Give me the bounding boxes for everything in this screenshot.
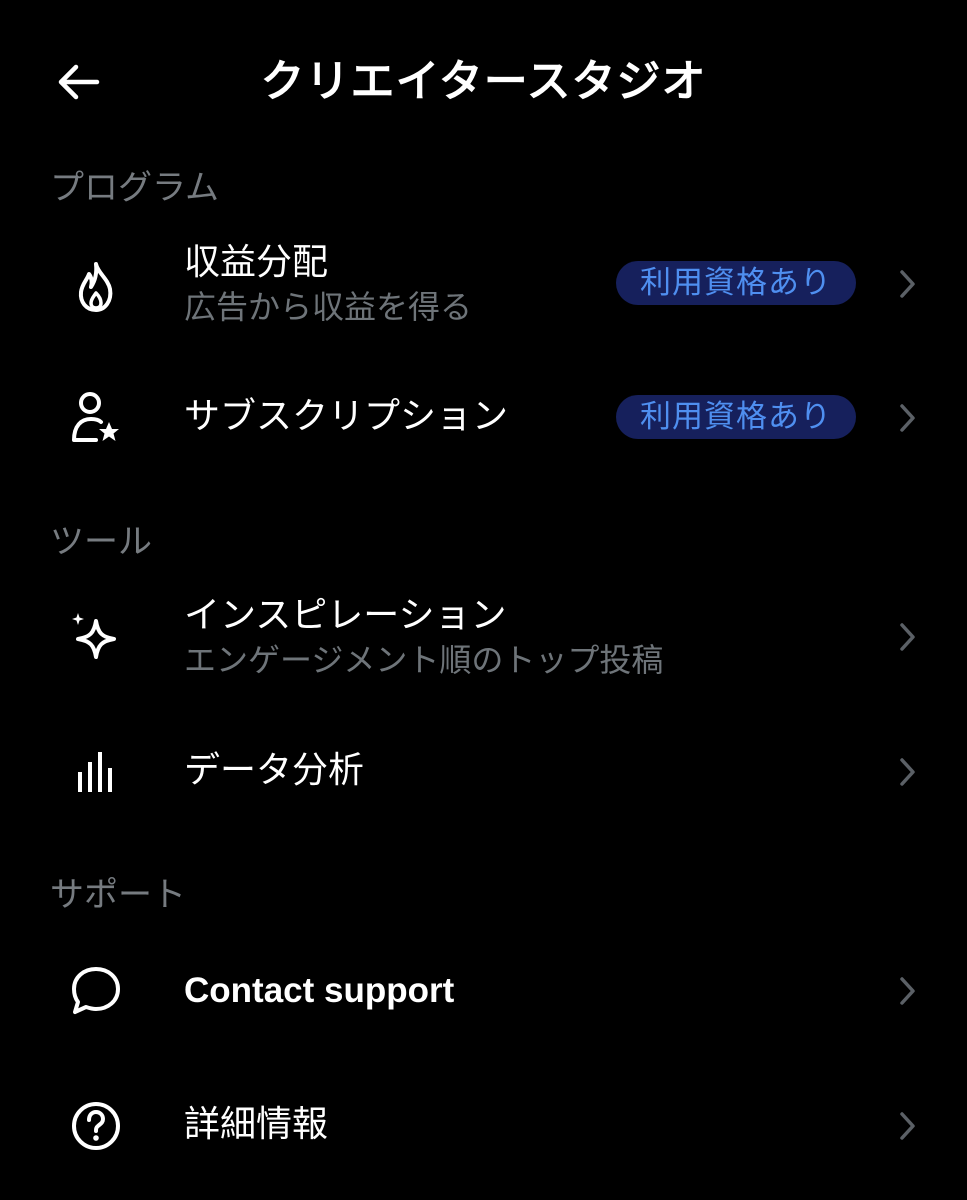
section-heading-tools: ツール <box>50 522 152 562</box>
menu-item-title: 詳細情報 <box>184 1104 329 1145</box>
person-star-icon <box>66 388 126 448</box>
menu-item-title: サブスクリプション <box>184 396 509 437</box>
header: クリエイタースタジオ <box>0 0 967 170</box>
section-heading-programs: プログラム <box>50 168 219 208</box>
menu-item-title: インスピレーション <box>184 595 507 636</box>
page-title: クリエイタースタジオ <box>260 56 707 107</box>
bar-chart-icon <box>66 742 126 802</box>
menu-item-subtitle: エンゲージメント順のトップ投稿 <box>184 641 664 679</box>
section-heading-support: サポート <box>50 875 186 915</box>
menu-item-inspiration[interactable]: インスピレーション エンゲージメント順のトップ投稿 <box>0 585 967 695</box>
menu-item-subscriptions[interactable]: サブスクリプション 利用資格あり <box>0 370 967 466</box>
question-circle-icon <box>66 1096 126 1156</box>
sparkle-icon <box>66 607 126 667</box>
eligibility-badge: 利用資格あり <box>616 261 856 305</box>
menu-item-title: Contact support <box>184 971 455 1010</box>
menu-item-title: データ分析 <box>184 750 365 791</box>
chevron-right-icon <box>893 617 923 657</box>
chevron-right-icon <box>893 971 923 1011</box>
chevron-right-icon <box>893 398 923 438</box>
chat-bubble-icon <box>66 961 126 1021</box>
menu-item-subtitle: 広告から収益を得る <box>184 288 473 326</box>
menu-item-contact-support[interactable]: Contact support <box>0 943 967 1039</box>
menu-item-revenue-sharing[interactable]: 収益分配 広告から収益を得る 利用資格あり <box>0 232 967 342</box>
chevron-right-icon <box>893 264 923 304</box>
menu-item-title: 収益分配 <box>184 242 329 283</box>
eligibility-badge: 利用資格あり <box>616 395 856 439</box>
flame-icon <box>66 257 126 317</box>
chevron-right-icon <box>893 1106 923 1146</box>
chevron-right-icon <box>893 752 923 792</box>
menu-item-more-info[interactable]: 詳細情報 <box>0 1078 967 1174</box>
menu-item-analytics[interactable]: データ分析 <box>0 724 967 820</box>
